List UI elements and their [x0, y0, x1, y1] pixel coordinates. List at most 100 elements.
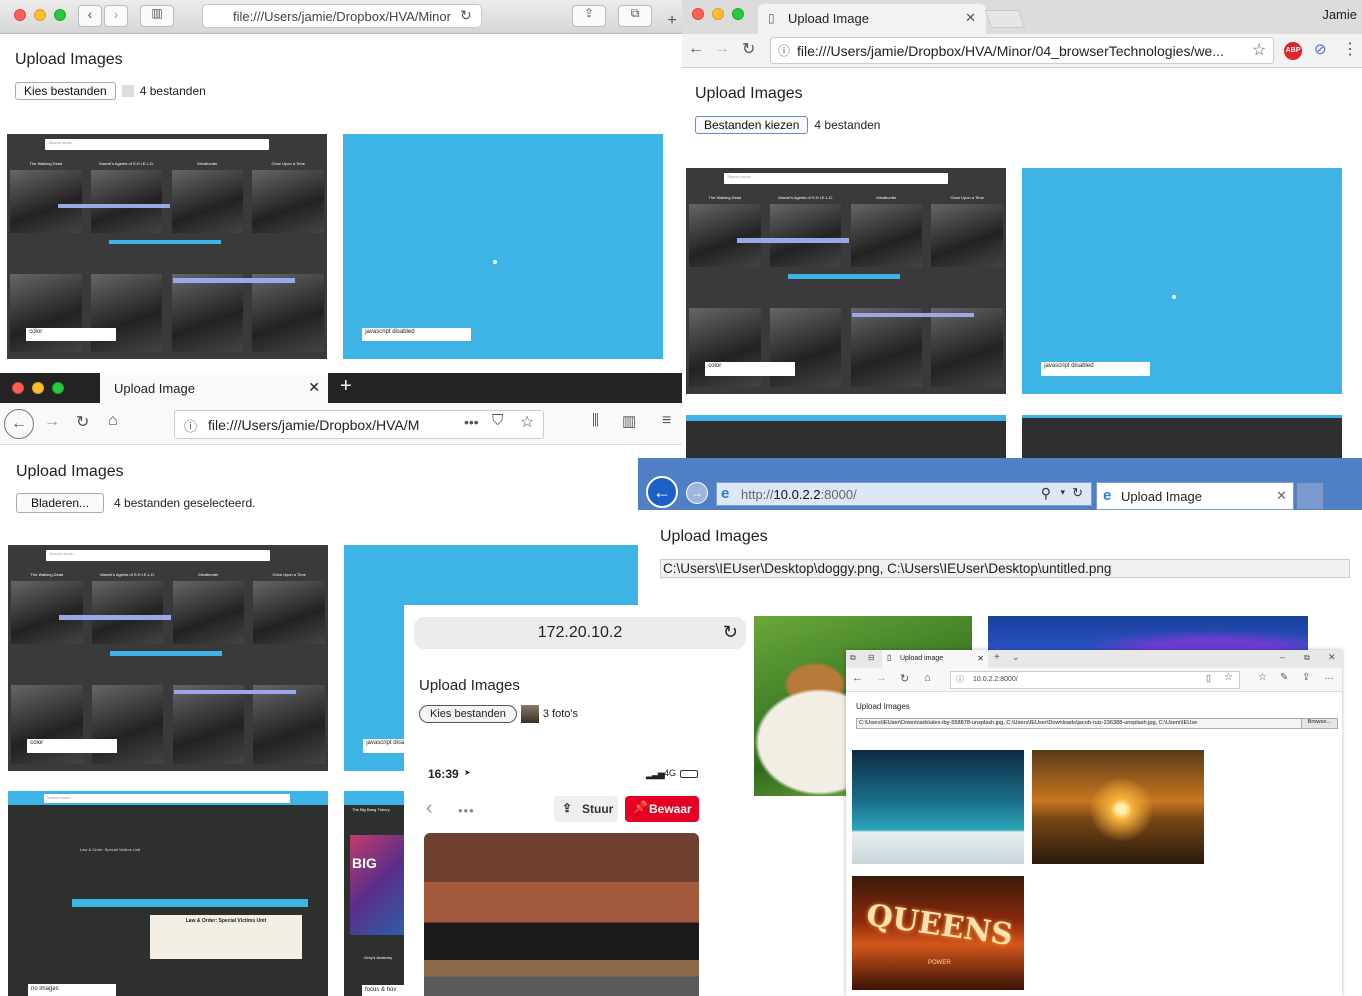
maximize-icon[interactable]: ⧉ — [1304, 653, 1310, 663]
close-tab-icon[interactable]: ✕ — [1276, 488, 1287, 504]
file-button[interactable]: Kies bestanden — [15, 82, 116, 100]
home-icon[interactable]: ⌂ — [108, 412, 118, 430]
forward-icon[interactable]: → — [876, 672, 887, 684]
tabs-icon[interactable]: ⧉ — [618, 5, 652, 27]
preview-screenshot: Search show... The Walking Dead Marvel's … — [7, 134, 327, 359]
new-tab-icon[interactable]: + — [994, 652, 1000, 663]
tab-upload-image[interactable]: Upload Image ✕ — [100, 373, 328, 403]
info-icon[interactable]: ⓘ — [956, 674, 964, 685]
search-icon[interactable]: ⚲ — [1041, 485, 1051, 502]
back-icon[interactable]: ‹ — [78, 5, 102, 27]
address-bar[interactable]: e http://10.0.2.2:8000/ ⚲ ▾ ↻ — [716, 482, 1092, 506]
close-icon[interactable] — [14, 9, 26, 21]
search-input: Search show... — [46, 549, 271, 561]
favorites-icon[interactable]: ☆ — [1258, 672, 1267, 683]
close-icon[interactable] — [692, 8, 704, 20]
browse-button[interactable]: Browse... — [1300, 719, 1337, 728]
pocket-icon[interactable]: ⛉ — [492, 412, 503, 429]
reload-icon[interactable]: ↻ — [900, 672, 909, 685]
back-icon[interactable]: ← — [646, 476, 678, 508]
reload-icon[interactable]: ↻ — [460, 7, 472, 24]
tab-upload-image[interactable]: ▯ Upload image ✕ — [882, 650, 988, 668]
address-bar[interactable]: file:///Users/jamie/Dropbox/HVA/Minor — [202, 4, 482, 28]
info-icon[interactable]: ⓘ — [778, 42, 790, 59]
close-tab-icon[interactable]: ✕ — [965, 10, 976, 26]
reload-icon[interactable]: ↻ — [723, 622, 738, 643]
minimize-icon[interactable] — [32, 382, 44, 394]
back-icon[interactable]: ← — [852, 672, 863, 684]
bookmark-star-icon[interactable]: ☆ — [520, 412, 534, 432]
bookmark-star-icon[interactable]: ☆ — [1252, 40, 1266, 60]
show-title: The Walking Dead — [29, 161, 63, 166]
more-icon[interactable]: … — [1324, 671, 1334, 682]
tab-upload-image[interactable]: e Upload Image ✕ — [1096, 482, 1294, 510]
forward-icon[interactable]: → — [714, 40, 730, 58]
notes-icon[interactable]: ✎ — [1280, 672, 1288, 683]
share-button[interactable]: ⇪ Stuur — [554, 796, 618, 822]
more-icon[interactable]: ••• — [458, 803, 475, 818]
back-icon[interactable]: ← — [4, 409, 34, 439]
file-input[interactable]: C:\Users\IEUser\Desktop\doggy.png, C:\Us… — [660, 559, 1350, 578]
home-icon[interactable]: ⌂ — [924, 672, 931, 684]
sidebar-icon[interactable]: ▥ — [622, 412, 636, 430]
show-title: Marvel's Agents of S.H.I.E.L.D. — [99, 161, 155, 166]
page-title: Upload Images — [419, 677, 520, 694]
adblock-icon[interactable]: ABP — [1284, 42, 1302, 60]
menu-icon[interactable]: ⋮ — [1342, 39, 1358, 59]
address-bar[interactable]: 172.20.10.2 ↻ — [414, 617, 746, 649]
address-bar[interactable]: file:///Users/jamie/Dropbox/HVA/Minor/04… — [770, 37, 1274, 64]
info-icon[interactable]: ⓘ — [184, 416, 197, 435]
show-title: Once Upon a Time — [272, 572, 306, 578]
profile-name[interactable]: Jamie — [1322, 7, 1357, 22]
reload-icon[interactable]: ↻ — [76, 412, 89, 432]
minimize-icon[interactable] — [34, 9, 46, 21]
address-bar[interactable]: 10.0.2.2:8000/ — [950, 671, 1240, 689]
block-icon[interactable]: ⊘ — [1314, 40, 1327, 58]
file-button[interactable]: Kies bestanden — [419, 705, 517, 723]
tab-upload-image[interactable]: ▯ Upload Image ✕ — [758, 4, 986, 34]
reload-icon[interactable]: ↻ — [742, 39, 755, 59]
detail-card: Law & Order: Special Victims Unit — [150, 915, 302, 959]
new-tab-icon[interactable]: + — [340, 375, 352, 398]
library-icon[interactable]: ⫼ — [592, 412, 599, 429]
minimize-icon[interactable]: – — [1280, 652, 1285, 662]
menu-icon[interactable]: ≡ — [662, 412, 671, 430]
dropdown-icon[interactable]: ▾ — [1060, 487, 1065, 498]
page-icon: ▯ — [768, 11, 775, 25]
maximize-icon[interactable] — [54, 9, 66, 21]
back-icon[interactable]: ‹ — [426, 797, 433, 820]
maximize-icon[interactable] — [732, 8, 744, 20]
reload-icon[interactable]: ↻ — [1072, 485, 1083, 501]
new-tab-icon[interactable]: + — [662, 12, 682, 34]
minimize-icon[interactable] — [712, 8, 724, 20]
chevron-down-icon[interactable]: ⌄ — [1012, 652, 1020, 663]
close-icon[interactable] — [12, 382, 24, 394]
back-icon[interactable]: ← — [688, 40, 704, 58]
file-button[interactable]: Bestanden kiezen — [695, 116, 809, 134]
share-icon[interactable]: ⇪ — [1302, 672, 1310, 683]
reading-view-icon[interactable]: ▯ — [1206, 673, 1211, 684]
save-button[interactable]: 📌 Bewaar — [625, 796, 699, 822]
close-tab-icon[interactable]: ✕ — [308, 379, 320, 396]
forward-icon[interactable]: → — [686, 482, 708, 504]
forward-icon[interactable]: › — [104, 5, 128, 27]
maximize-icon[interactable] — [52, 382, 64, 394]
share-icon[interactable]: ⇪ — [572, 5, 606, 27]
close-tab-icon[interactable]: ✕ — [977, 654, 984, 663]
address-bar[interactable]: file:///Users/jamie/Dropbox/HVA/M — [174, 410, 544, 439]
search-input: Search show... — [44, 794, 290, 803]
favorite-star-icon[interactable]: ☆ — [1224, 672, 1233, 683]
sidebar-icon[interactable]: ▥ — [140, 5, 174, 27]
new-tab-button[interactable] — [984, 10, 1026, 28]
close-icon[interactable]: ✕ — [1328, 652, 1336, 663]
new-tab-button[interactable] — [1296, 482, 1324, 510]
tab-manager-icon[interactable]: ⧉ — [850, 653, 856, 663]
edge-window: ⧉ ⊟ ▯ Upload image ✕ + ⌄ – ⧉ ✕ ← → ↻ ⌂ 1… — [846, 650, 1342, 996]
sign-subtext: POWER — [928, 960, 951, 966]
tab-aside-icon[interactable]: ⊟ — [868, 653, 875, 662]
file-button[interactable]: Bladeren... — [16, 493, 105, 513]
page-actions-icon[interactable]: ••• — [464, 414, 479, 430]
save-label: Bewaar — [649, 802, 692, 816]
forward-icon[interactable]: → — [44, 413, 60, 431]
file-input[interactable]: C:\Users\IEUser\Downloads\alex-iby-55887… — [856, 718, 1338, 729]
